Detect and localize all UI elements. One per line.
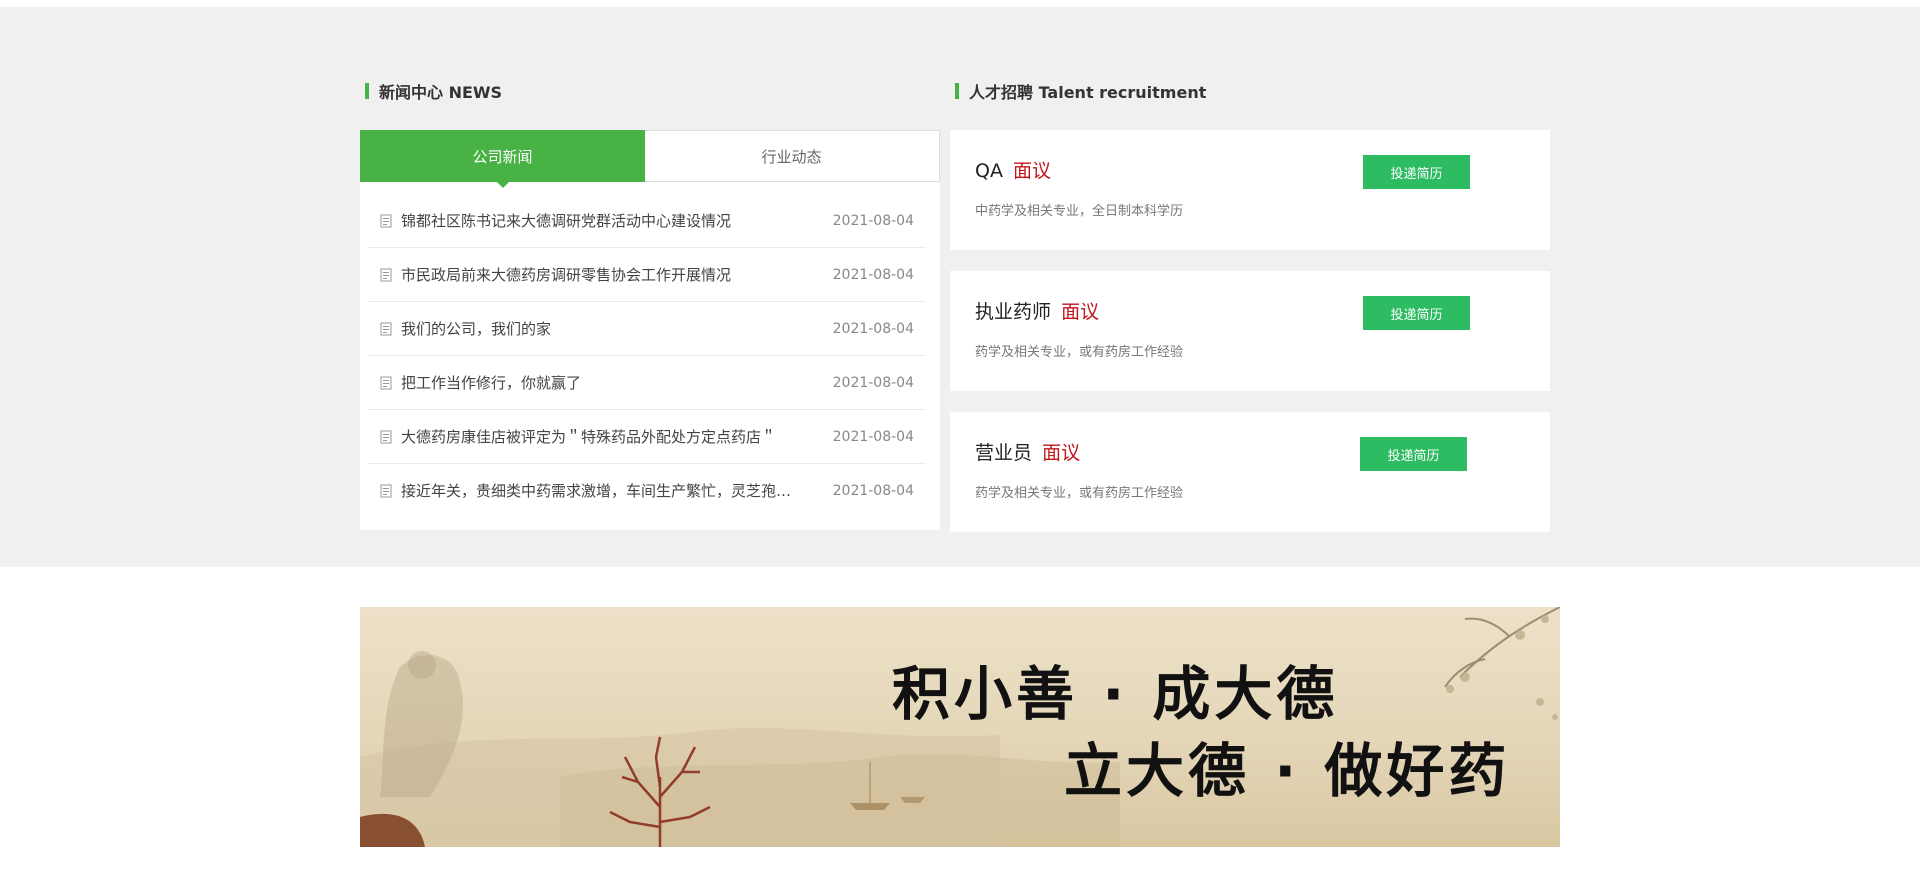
jobs-section-title: 人才招聘 Talent recruitment [955, 82, 1207, 102]
banner-slogan-line1: 积小善 · 成大德 [892, 660, 1339, 728]
job-name-text: 执业药师 [975, 301, 1052, 323]
news-item-date: 2021-08-04 [832, 374, 914, 391]
news-item-title[interactable]: 市民政局前来大德药房调研零售协会工作开展情况 [401, 264, 797, 285]
news-item-date: 2021-08-04 [832, 266, 914, 283]
job-description: 药学及相关专业，或有药房工作经验 [975, 345, 1184, 360]
document-icon [380, 376, 392, 389]
news-item-date: 2021-08-04 [832, 428, 914, 445]
apply-resume-button[interactable]: 投递简历 [1360, 437, 1467, 471]
title-accent-bar [365, 83, 369, 99]
news-item-date: 2021-08-04 [832, 212, 914, 229]
news-item-date: 2021-08-04 [832, 320, 914, 337]
banner-slogan-line2: 立大德 · 做好药 [1064, 737, 1511, 805]
job-salary: 面议 [1013, 160, 1052, 182]
news-item[interactable]: 把工作当作修行，你就赢了 2021-08-04 [368, 356, 926, 410]
news-item-title[interactable]: 我们的公司，我们的家 [401, 318, 797, 339]
news-item[interactable]: 市民政局前来大德药房调研零售协会工作开展情况 2021-08-04 [368, 248, 926, 302]
job-name: 营业员 面议 [975, 438, 1080, 465]
news-item[interactable]: 大德药房康佳店被评定为＂特殊药品外配处方定点药店＂ 2021-08-04 [368, 410, 926, 464]
job-salary: 面议 [1042, 442, 1081, 464]
news-item-title[interactable]: 把工作当作修行，你就赢了 [401, 372, 797, 393]
news-title-text: 新闻中心 NEWS [379, 83, 503, 102]
job-name: QA 面议 [975, 156, 1051, 183]
jobs-title-text: 人才招聘 Talent recruitment [969, 83, 1207, 102]
brand-banner: 积小善 · 成大德 立大德 · 做好药 [360, 607, 1560, 847]
job-card: 执业药师 面议 药学及相关专业，或有药房工作经验 投递简历 [950, 271, 1550, 391]
job-name-text: 营业员 [975, 442, 1033, 464]
job-card: QA 面议 中药学及相关专业，全日制本科学历 投递简历 [950, 130, 1550, 250]
document-icon [380, 430, 392, 443]
news-item-title[interactable]: 锦都社区陈书记来大德调研党群活动中心建设情况 [401, 210, 797, 231]
news-tabs: 公司新闻 行业动态 [360, 130, 940, 188]
tab-company-news[interactable]: 公司新闻 [360, 130, 645, 188]
document-icon [380, 484, 392, 497]
job-description: 中药学及相关专业，全日制本科学历 [975, 204, 1184, 219]
document-icon [380, 268, 392, 281]
document-icon [380, 214, 392, 227]
news-panel: 公司新闻 行业动态 锦都社区陈书记来大德调研党群活动中心建设情况 2021-08… [360, 130, 940, 530]
job-name-text: QA [975, 160, 1003, 182]
job-card: 营业员 面议 药学及相关专业，或有药房工作经验 投递简历 [950, 412, 1550, 532]
document-icon [380, 322, 392, 335]
news-section-title: 新闻中心 NEWS [365, 82, 503, 102]
news-item[interactable]: 锦都社区陈书记来大德调研党群活动中心建设情况 2021-08-04 [368, 194, 926, 248]
news-item-title[interactable]: 大德药房康佳店被评定为＂特殊药品外配处方定点药店＂ [401, 426, 797, 447]
news-item[interactable]: 接近年关，贵细类中药需求激增，车间生产繁忙，灵芝孢子粉… 2021-08-04 [368, 464, 926, 517]
apply-resume-button[interactable]: 投递简历 [1363, 155, 1470, 189]
job-description: 药学及相关专业，或有药房工作经验 [975, 486, 1184, 501]
job-salary: 面议 [1061, 301, 1100, 323]
news-item-date: 2021-08-04 [832, 482, 914, 499]
tab-industry-news[interactable]: 行业动态 [645, 131, 938, 181]
title-accent-bar [955, 83, 959, 99]
news-item-title[interactable]: 接近年关，贵细类中药需求激增，车间生产繁忙，灵芝孢子粉… [401, 480, 797, 501]
news-list: 锦都社区陈书记来大德调研党群活动中心建设情况 2021-08-04 市民政局前来… [360, 182, 940, 517]
apply-resume-button[interactable]: 投递简历 [1363, 296, 1470, 330]
news-item[interactable]: 我们的公司，我们的家 2021-08-04 [368, 302, 926, 356]
job-name: 执业药师 面议 [975, 297, 1099, 324]
